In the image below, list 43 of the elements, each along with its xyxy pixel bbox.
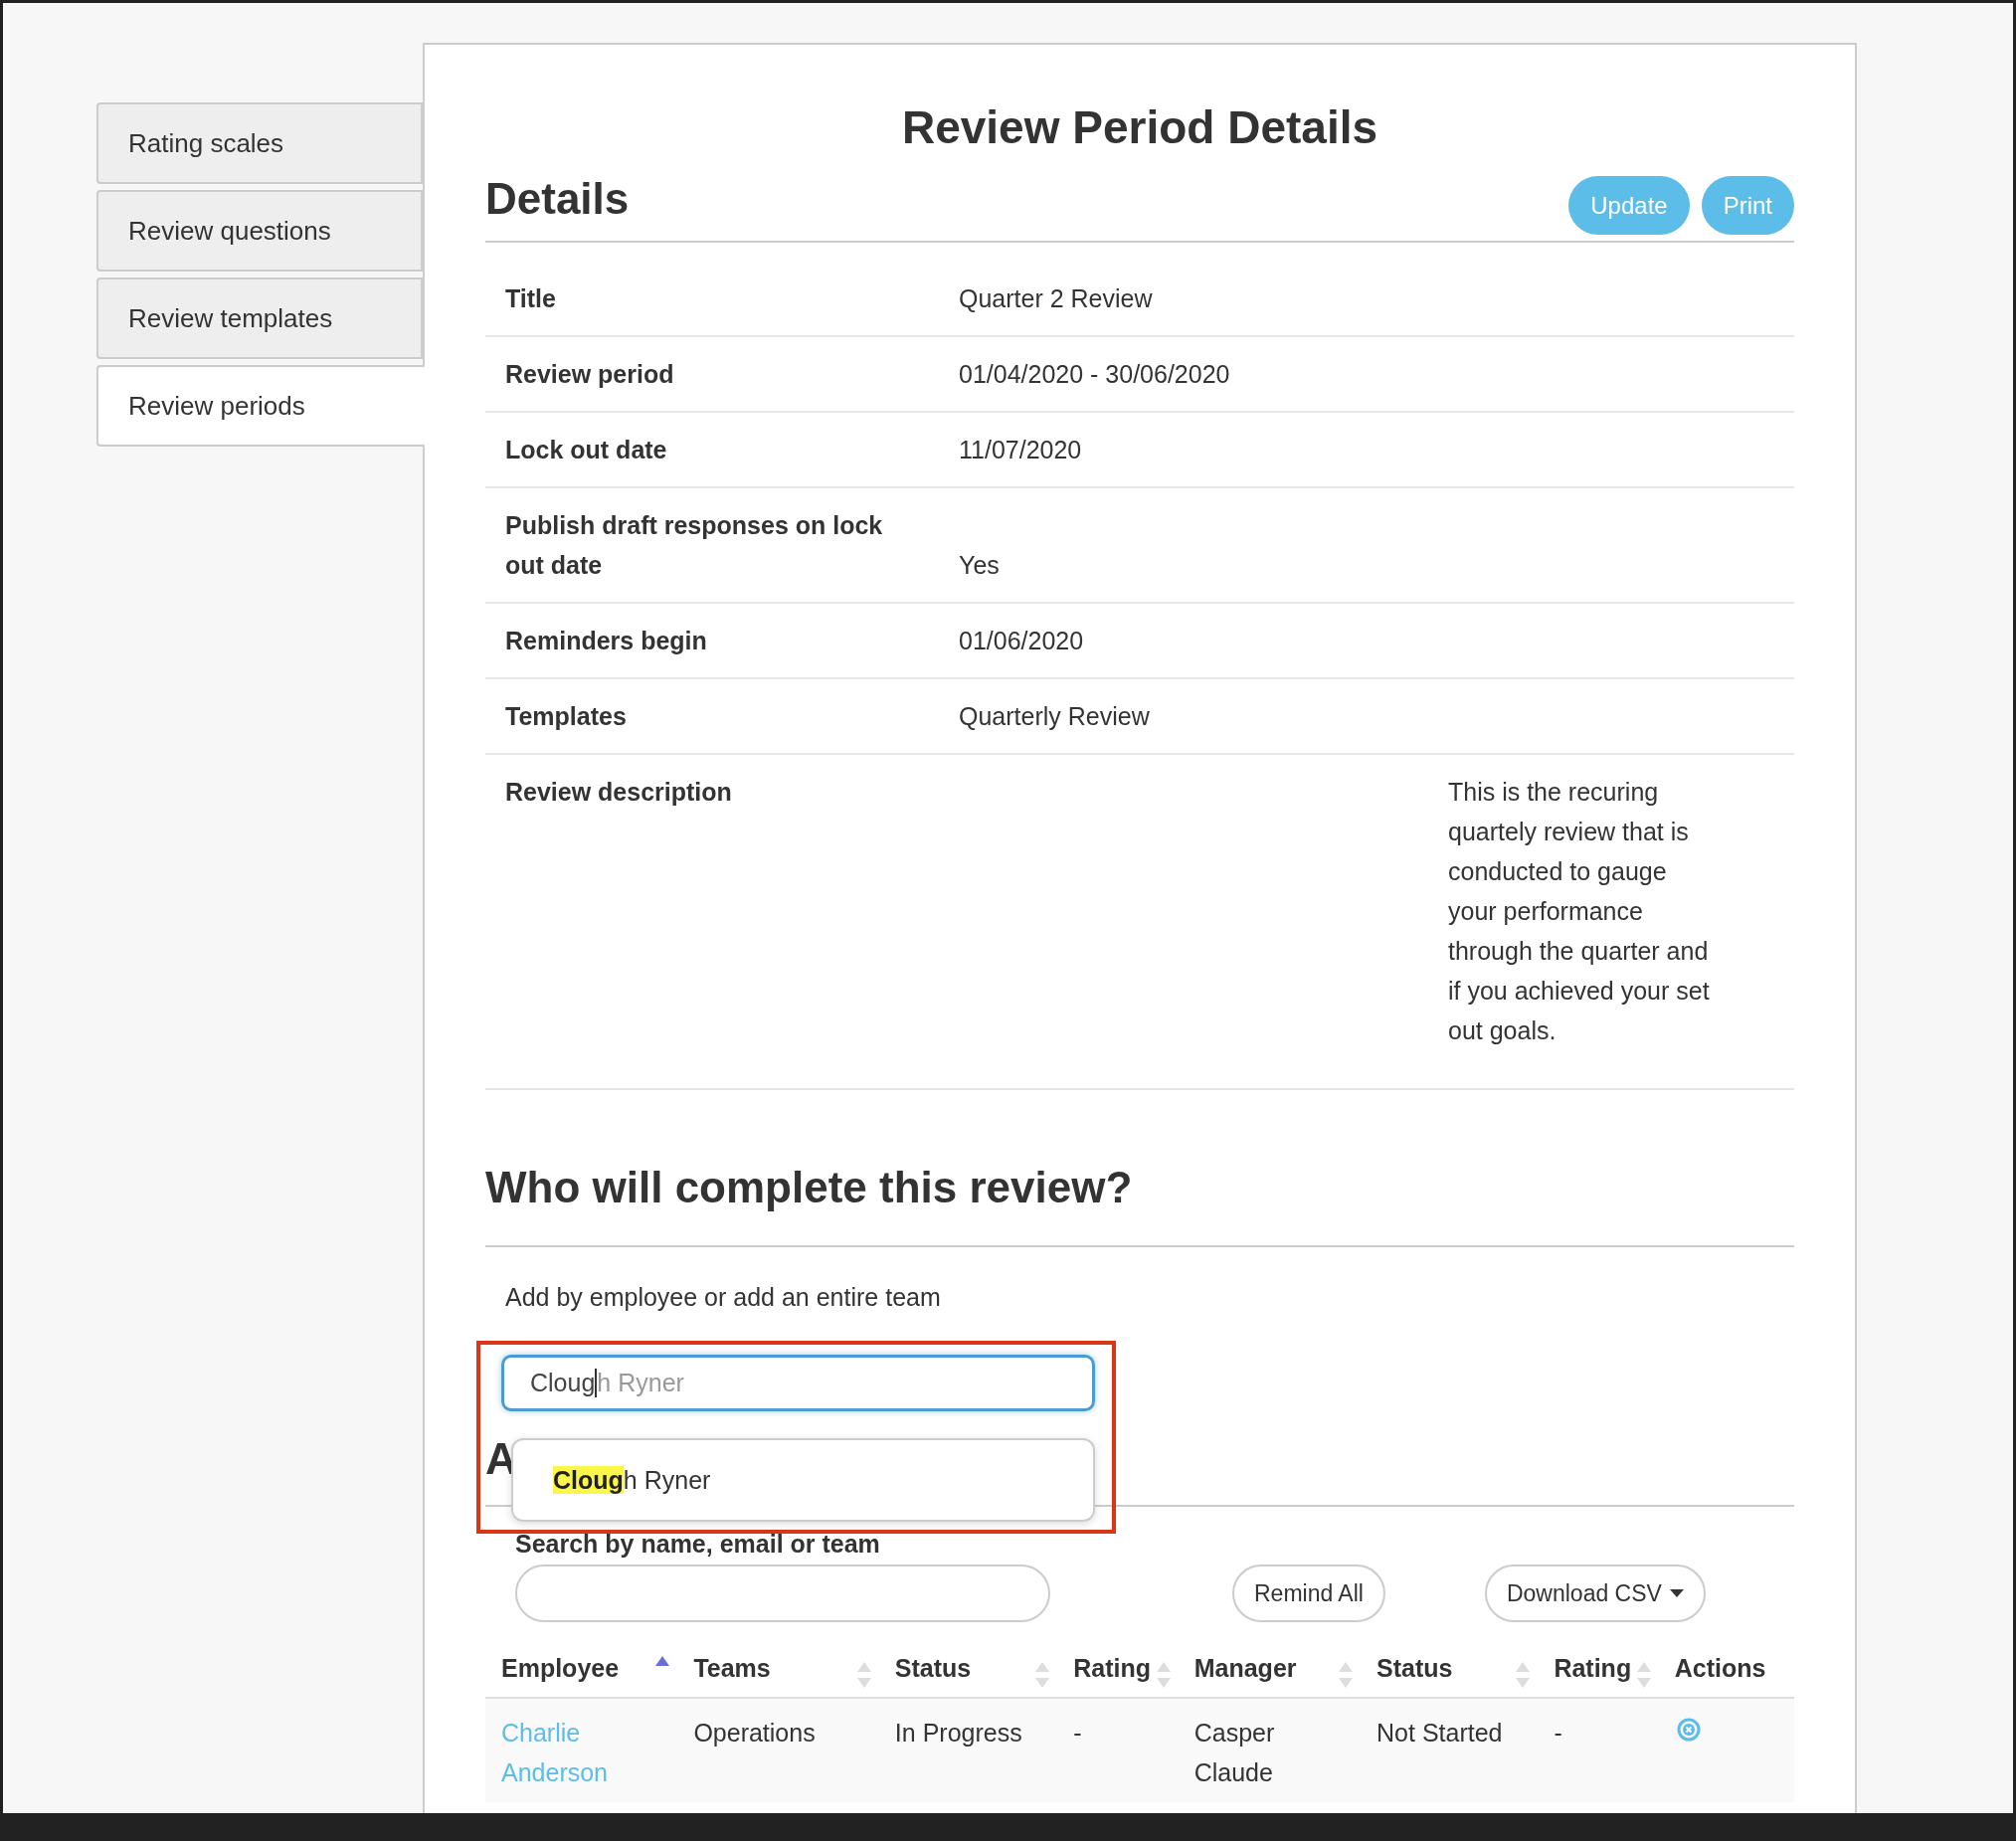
description-text: This is the recuring quartely review that is conducted to gauge your performance through the quarter and if you achieved your set out goals. [1448, 777, 1711, 1046]
table-cell-text: In Progress [894, 1718, 1022, 1749]
field-value: Quarter 2 Review [959, 283, 1153, 314]
sort-icon [1035, 1662, 1050, 1688]
sidebar-item[interactable]: Review templates [96, 277, 423, 359]
field-label: Templates [505, 701, 628, 732]
hint-text: Add by employee or add an entire team [504, 1282, 942, 1313]
sort-icon [1156, 1662, 1171, 1688]
field-label: Review period [505, 359, 675, 390]
page-title: Review Period Details [900, 100, 1379, 155]
field-label: Reminders begin [505, 626, 708, 656]
field-label: Review description [505, 777, 733, 808]
field-label: Publish draft responses on lock out date [505, 510, 884, 581]
sidebar-item[interactable]: Rating scales [96, 102, 423, 184]
table-cell-text: Operations [693, 1718, 816, 1749]
table-cell-text: Not Started [1376, 1718, 1503, 1749]
field-value: 11/07/2020 [959, 435, 1082, 465]
field-value: Quarterly Review [959, 701, 1150, 732]
caret-icon [1669, 1589, 1684, 1597]
field-label: Title [505, 283, 557, 314]
sort-icon [1339, 1662, 1354, 1688]
employee-search-field[interactable]: Clough Ryner [501, 1355, 1095, 1411]
field-value: 01/04/2020 - 30/06/2020 [959, 359, 1230, 390]
table-cell-text: - [1554, 1718, 1562, 1749]
search-field[interactable] [515, 1565, 1050, 1622]
field-value: 01/06/2020 [959, 626, 1084, 656]
table-cell-text: - [1073, 1718, 1082, 1749]
table-cell-text: Casper Claude [1193, 1718, 1276, 1788]
search-label: Search by name, email or team [514, 1529, 881, 1559]
remind-button[interactable]: Remind All [1232, 1565, 1385, 1622]
field-label: Lock out date [505, 435, 668, 465]
sort-icon [1636, 1662, 1651, 1688]
sort-icon [856, 1662, 871, 1688]
sidebar-item[interactable]: Review questions [96, 190, 423, 272]
sort-icon [1516, 1662, 1531, 1688]
section-heading: Details [485, 173, 630, 225]
remove-icon[interactable] [1676, 1718, 1701, 1742]
suggestion-item[interactable]: Clough Ryner [513, 1465, 711, 1495]
download-button[interactable]: Download CSV [1484, 1565, 1706, 1622]
sidebar-item[interactable]: Review periods [96, 365, 425, 447]
section-heading: Who will complete this review? [485, 1160, 1794, 1247]
sort-ascending-icon [655, 1656, 670, 1666]
field-value: Yes [959, 550, 1000, 581]
